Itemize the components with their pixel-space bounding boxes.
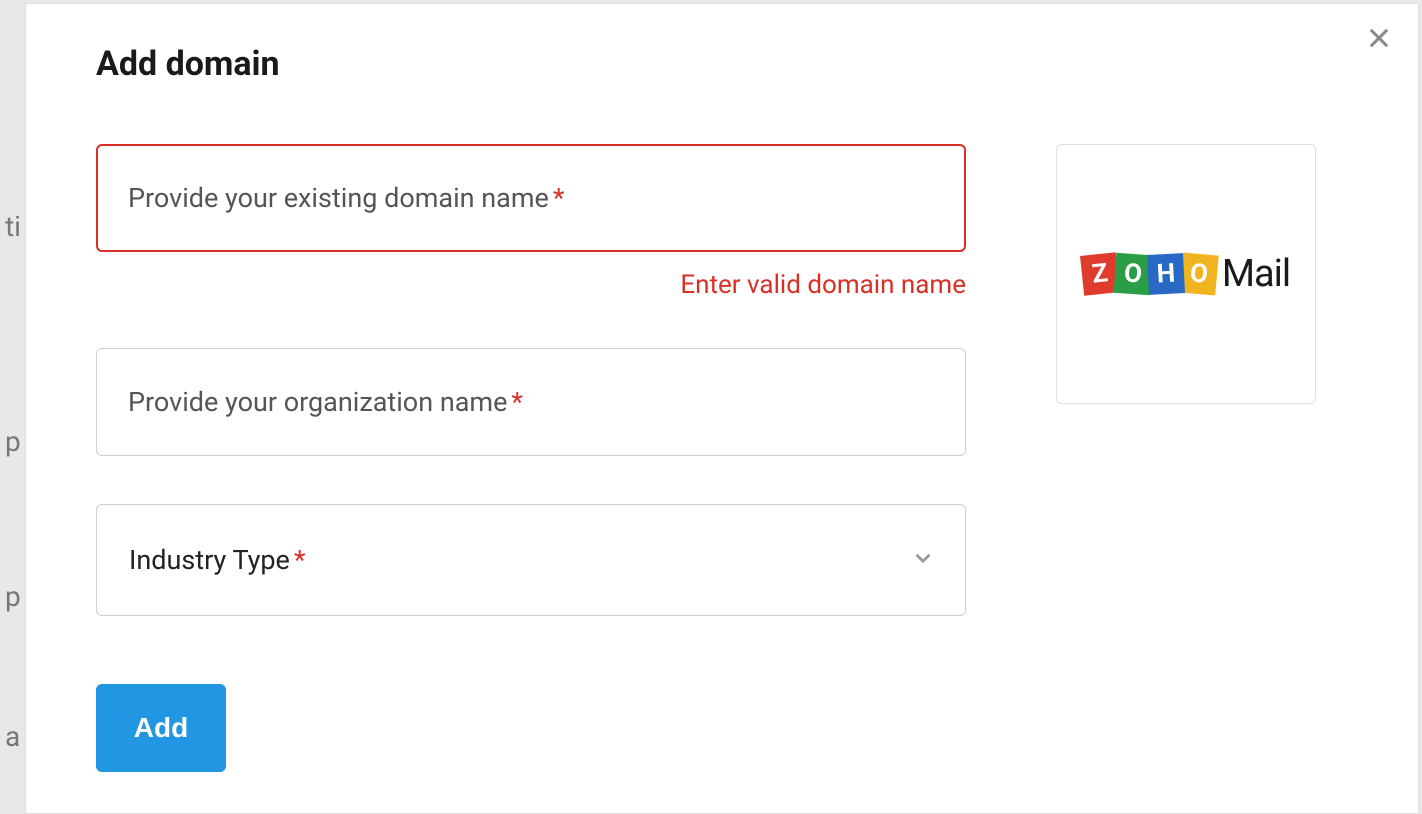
background-text: p bbox=[5, 425, 21, 458]
logo-mail-text: Mail bbox=[1222, 252, 1290, 296]
industry-type-label: Industry Type bbox=[129, 544, 290, 576]
background-text: a bbox=[5, 720, 20, 753]
required-marker: * bbox=[294, 544, 306, 576]
add-domain-modal: Add domain Provide your existing domain … bbox=[25, 3, 1419, 814]
chevron-down-icon bbox=[910, 545, 936, 575]
add-button[interactable]: Add bbox=[96, 684, 226, 772]
logo-letter-h: H bbox=[1147, 253, 1185, 295]
organization-name-input[interactable] bbox=[96, 348, 966, 456]
domain-error-message: Enter valid domain name bbox=[96, 270, 966, 300]
industry-type-select[interactable]: Industry Type* bbox=[96, 504, 966, 616]
zoho-mail-logo: Z O H O Mail bbox=[1056, 144, 1316, 404]
modal-title: Add domain bbox=[96, 44, 1348, 84]
background-text: p bbox=[5, 580, 21, 613]
close-icon bbox=[1365, 37, 1393, 56]
logo-letter-o: O bbox=[1179, 253, 1218, 296]
background-text: ti bbox=[5, 210, 21, 243]
domain-name-input[interactable] bbox=[96, 144, 966, 252]
close-button[interactable] bbox=[1365, 24, 1393, 56]
